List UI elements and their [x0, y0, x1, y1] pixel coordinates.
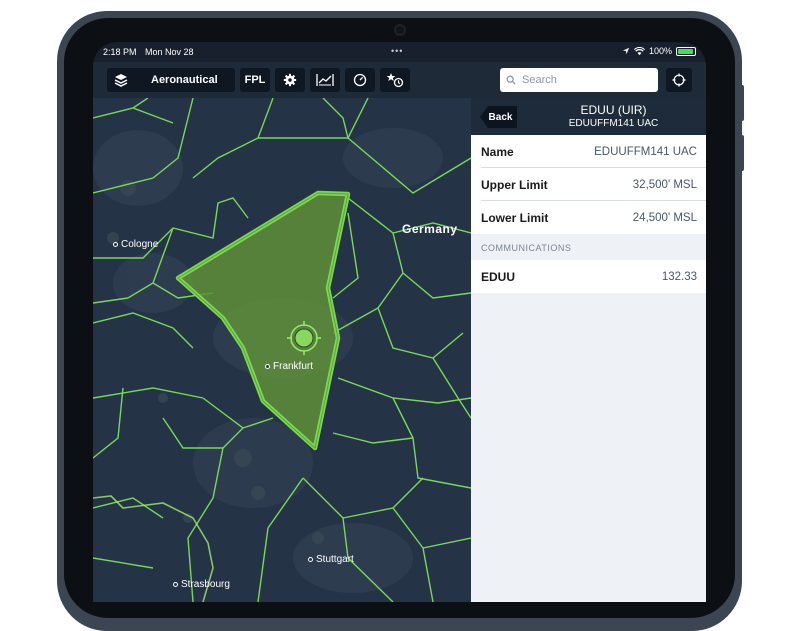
city-label-stuttgart[interactable]: Stuttgart	[308, 554, 354, 565]
volume-up-button	[740, 85, 744, 121]
map-layer-selector[interactable]: Aeronautical	[107, 68, 235, 92]
search-input[interactable]	[520, 73, 654, 87]
gear-icon	[283, 73, 297, 87]
camera-icon	[394, 24, 406, 36]
volume-down-button	[740, 135, 744, 171]
detail-row-lower-limit: Lower Limit 24,500' MSL	[471, 201, 706, 234]
map-layer-label: Aeronautical	[151, 74, 218, 86]
detail-row-upper-limit: Upper Limit 32,500' MSL	[471, 168, 706, 201]
app-screen: 2:18 PM Mon Nov 28 ••• 100% Aeronautical…	[93, 42, 706, 602]
battery-icon	[676, 46, 696, 56]
panel-header: Back EDUU (UIR) EDUUFFM141 UAC	[471, 98, 706, 135]
favorites-recents-button[interactable]	[380, 68, 410, 92]
city-label-frankfurt[interactable]: Frankfurt	[265, 361, 313, 372]
search-icon	[506, 75, 516, 85]
map-view[interactable]: Germany Cologne Frankfurt Stuttgart Stra…	[93, 98, 471, 602]
favorite-clock-icon	[386, 73, 404, 88]
detail-row-name: Name EDUUFFM141 UAC	[471, 135, 706, 168]
panel-title: EDUU (UIR)	[580, 103, 647, 117]
detail-value: 24,500' MSL	[632, 212, 697, 224]
airspace-detail-panel: Back EDUU (UIR) EDUUFFM141 UAC Name EDUU…	[471, 98, 706, 602]
back-button[interactable]: Back	[480, 106, 517, 128]
toolbar: Aeronautical FPL	[93, 62, 706, 98]
detail-value: EDUUFFM141 UAC	[594, 146, 697, 158]
profile-view-button[interactable]	[310, 68, 340, 92]
city-label-cologne[interactable]: Cologne	[113, 239, 158, 250]
fpl-button[interactable]: FPL	[240, 68, 270, 92]
layers-icon	[114, 74, 128, 87]
locate-icon	[672, 73, 686, 87]
communications-section-header: COMMUNICATIONS	[471, 235, 706, 260]
timer-icon	[353, 73, 367, 87]
battery-percent: 100%	[648, 46, 672, 56]
detail-label: Upper Limit	[481, 178, 548, 192]
city-dot-icon	[113, 241, 118, 247]
profile-icon	[316, 74, 334, 86]
comm-frequency: 132.33	[661, 271, 697, 283]
status-time: 2:18 PM	[103, 47, 137, 57]
wifi-icon	[633, 46, 645, 55]
city-dot-icon	[173, 581, 178, 587]
search-bar[interactable]	[500, 68, 658, 92]
country-label: Germany	[402, 222, 458, 236]
status-date: Mon Nov 28	[145, 47, 194, 57]
detail-value: 32,500' MSL	[632, 179, 697, 191]
detail-label: Name	[481, 145, 514, 159]
timer-button[interactable]	[345, 68, 375, 92]
locate-button[interactable]	[666, 68, 692, 92]
panel-subtitle: EDUUFFM141 UAC	[568, 118, 659, 129]
comm-row-eduu[interactable]: EDUU 132.33	[471, 260, 706, 293]
status-bar: 2:18 PM Mon Nov 28 ••• 100%	[93, 42, 706, 62]
comm-label: EDUU	[481, 270, 516, 284]
multitasking-dots-icon[interactable]: •••	[391, 46, 403, 56]
detail-label: Lower Limit	[481, 211, 549, 225]
city-dot-icon	[265, 363, 270, 369]
section-title: COMMUNICATIONS	[481, 243, 572, 253]
city-dot-icon	[308, 556, 313, 562]
location-arrow-icon	[622, 47, 630, 55]
city-label-strasbourg[interactable]: Strasbourg	[173, 579, 230, 590]
airspace-map[interactable]	[93, 98, 471, 602]
settings-button[interactable]	[275, 68, 305, 92]
